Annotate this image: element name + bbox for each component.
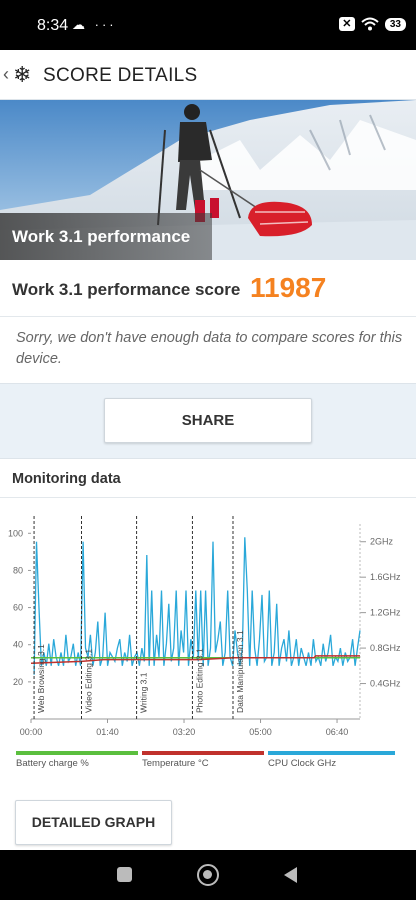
system-nav-bar	[0, 850, 416, 900]
hero-label-text: Work 3.1 performance	[12, 227, 191, 246]
close-notification-icon: ✕	[338, 17, 355, 31]
status-right: ✕ 33	[338, 17, 406, 31]
x-tick-label: 03:20	[173, 727, 196, 737]
legend-cpu-label: CPU Clock GHz	[268, 758, 337, 769]
x-tick-label: 00:00	[20, 727, 43, 737]
y-right-tick-label: 0.4GHz	[370, 679, 401, 689]
divider	[0, 497, 416, 498]
app-bar: ‹ ❄ SCORE DETAILS	[0, 50, 416, 100]
score-card: Work 3.1 performance score 11987 Sorry, …	[0, 260, 416, 384]
status-bar: 8:34 ☁ ··· ✕ 33	[0, 0, 416, 50]
x-tick-label: 05:00	[249, 727, 272, 737]
phase-label: Video Editing 3.1	[83, 649, 93, 713]
y-left-tick-label: 20	[13, 677, 23, 687]
legend-cpu: CPU Clock GHz	[268, 751, 395, 771]
battery-icon: 33	[384, 17, 406, 31]
divider	[0, 316, 416, 317]
legend-temperature-label: Temperature °C	[142, 758, 209, 769]
hero-image: Work 3.1 performance	[0, 100, 416, 260]
snowflake-logo-icon: ❄	[13, 62, 32, 87]
notification-icons: ☁ ···	[72, 17, 117, 32]
y-left-tick-label: 40	[13, 640, 23, 650]
back-icon[interactable]: ‹	[3, 64, 9, 85]
legend-battery: Battery charge %	[16, 751, 138, 771]
phase-label: Photo Editing 3.1	[194, 648, 204, 713]
y-left-tick-label: 100	[8, 528, 23, 538]
page-title: SCORE DETAILS	[43, 65, 198, 86]
y-right-tick-label: 2GHz	[370, 537, 394, 547]
status-time: 8:34	[37, 17, 69, 34]
recents-icon[interactable]	[117, 867, 132, 882]
legend-battery-swatch	[16, 751, 138, 755]
y-right-tick-label: 0.8GHz	[370, 643, 401, 653]
y-left-tick-label: 60	[13, 603, 23, 613]
legend-cpu-swatch	[268, 751, 395, 755]
monitoring-card: Monitoring data 20 40 60 80 100 0.4GHz 0.8GHz 1…	[0, 458, 416, 850]
score-note: Sorry, we don't have enough data to comp…	[16, 330, 403, 367]
y-right-tick-label: 1.2GHz	[370, 608, 401, 618]
legend-battery-label: Battery charge %	[16, 758, 89, 769]
wifi-icon	[361, 17, 379, 31]
score-value: 11987	[250, 272, 327, 303]
home-icon[interactable]	[197, 864, 219, 886]
x-tick-label: 01:40	[96, 727, 119, 737]
y-right-tick-label: 1.6GHz	[370, 572, 401, 582]
monitoring-chart: 20 40 60 80 100 0.4GHz 0.8GHz 1.2GHz 1.6GHz 2GHz 0…	[8, 516, 401, 737]
legend-temperature: Temperature °C	[142, 751, 264, 771]
nav-back-icon[interactable]	[284, 867, 297, 883]
phase-label: Web Browsing 3.1	[36, 644, 46, 713]
x-tick-label: 06:40	[326, 727, 349, 737]
score-label: Work 3.1 performance score	[12, 280, 241, 299]
phase-label: Data Manipulation 3.1	[235, 630, 245, 713]
share-button[interactable]: SHARE	[104, 398, 312, 443]
legend-temperature-swatch	[142, 751, 264, 755]
monitoring-title: Monitoring data	[12, 471, 121, 487]
detailed-graph-button[interactable]: DETAILED GRAPH	[15, 800, 172, 845]
phase-label: Writing 3.1	[139, 672, 149, 713]
y-left-tick-label: 80	[13, 565, 23, 575]
hero-label: Work 3.1 performance	[0, 213, 212, 260]
